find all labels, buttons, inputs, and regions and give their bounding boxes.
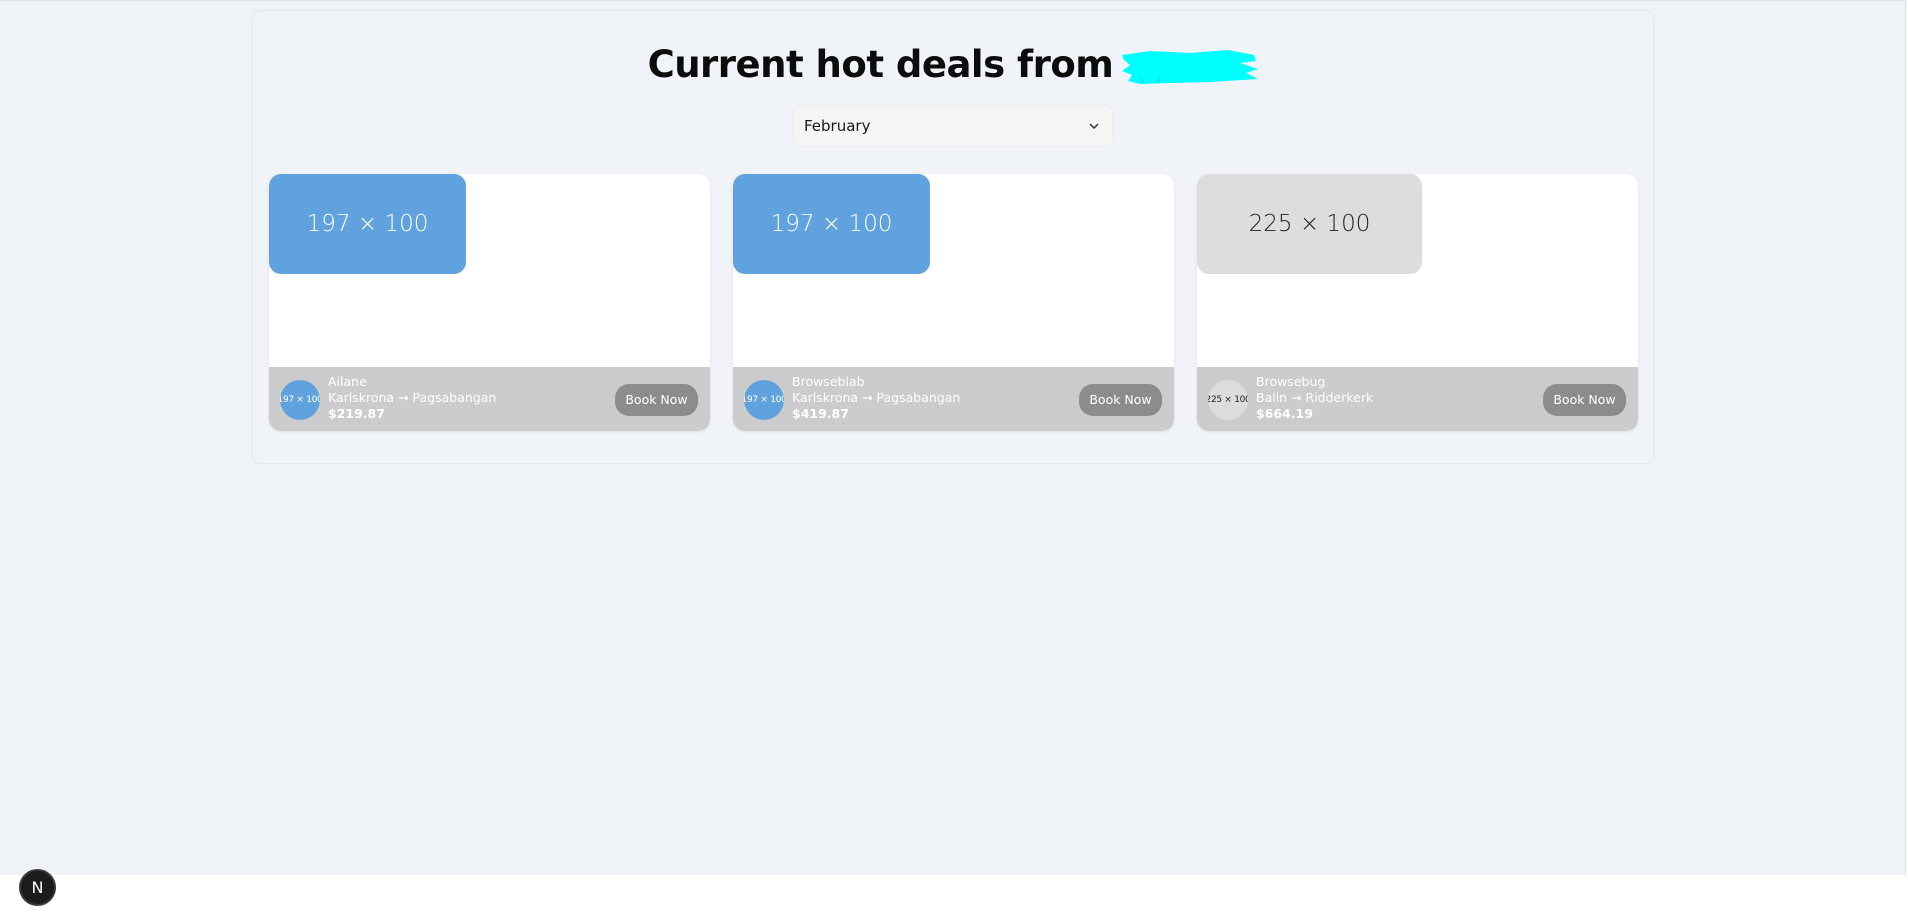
deals-panel: Current hot deals from February 197 × 10… xyxy=(252,10,1654,464)
page-title: Current hot deals from xyxy=(647,43,1114,86)
deal-image-placeholder: 197 × 100 xyxy=(770,211,893,237)
nextjs-logo-icon: N xyxy=(31,878,44,897)
deal-image: 197 × 100 xyxy=(269,174,466,274)
month-select-value: February xyxy=(804,117,871,135)
deal-card[interactable]: 197 × 100 197 × 100 Ailane Karlskrona → … xyxy=(269,174,710,431)
airline-logo: 225 × 100 xyxy=(1208,380,1248,420)
book-now-button[interactable]: Book Now xyxy=(1543,384,1626,416)
redacted-brand-scribble xyxy=(1122,49,1259,84)
deal-route: Balin → Ridderkerk xyxy=(1256,390,1374,405)
deal-info: Browseblab Karlskrona → Pagsabangan $419… xyxy=(792,374,960,422)
airline-name: Ailane xyxy=(328,374,367,389)
book-now-button[interactable]: Book Now xyxy=(1079,384,1162,416)
airline-name: Browseblab xyxy=(792,374,865,389)
chevron-down-icon xyxy=(1089,123,1099,129)
airline-logo-placeholder: 197 × 100 xyxy=(744,395,784,405)
deal-info: Ailane Karlskrona → Pagsabangan $219.87 xyxy=(328,374,496,422)
deal-price: $664.19 xyxy=(1256,406,1313,421)
airline-logo-placeholder: 225 × 100 xyxy=(1208,395,1248,405)
airline-logo: 197 × 100 xyxy=(280,380,320,420)
airline-logo-placeholder: 197 × 100 xyxy=(280,395,320,405)
deal-image-placeholder: 197 × 100 xyxy=(306,211,429,237)
deal-footer: 197 × 100 Ailane Karlskrona → Pagsabanga… xyxy=(269,367,710,431)
book-now-button[interactable]: Book Now xyxy=(615,384,698,416)
deal-footer: 225 × 100 Browsebug Balin → Ridderkerk $… xyxy=(1197,367,1638,431)
deal-footer: 197 × 100 Browseblab Karlskrona → Pagsab… xyxy=(733,367,1174,431)
deal-price: $219.87 xyxy=(328,406,385,421)
nextjs-dev-badge[interactable]: N xyxy=(19,869,56,906)
deal-image: 225 × 100 xyxy=(1197,174,1422,274)
deal-price: $419.87 xyxy=(792,406,849,421)
header: Current hot deals from xyxy=(253,43,1653,86)
deal-image-placeholder: 225 × 100 xyxy=(1248,211,1371,237)
deal-card[interactable]: 225 × 100 225 × 100 Browsebug Balin → Ri… xyxy=(1197,174,1638,431)
deal-route: Karlskrona → Pagsabangan xyxy=(792,390,961,405)
airline-name: Browsebug xyxy=(1256,374,1326,389)
deal-image: 197 × 100 xyxy=(733,174,930,274)
month-select[interactable]: February xyxy=(793,105,1113,147)
airline-logo: 197 × 100 xyxy=(744,380,784,420)
deal-card[interactable]: 197 × 100 197 × 100 Browseblab Karlskron… xyxy=(733,174,1174,431)
deal-route: Karlskrona → Pagsabangan xyxy=(328,390,497,405)
deal-info: Browsebug Balin → Ridderkerk $664.19 xyxy=(1256,374,1373,422)
